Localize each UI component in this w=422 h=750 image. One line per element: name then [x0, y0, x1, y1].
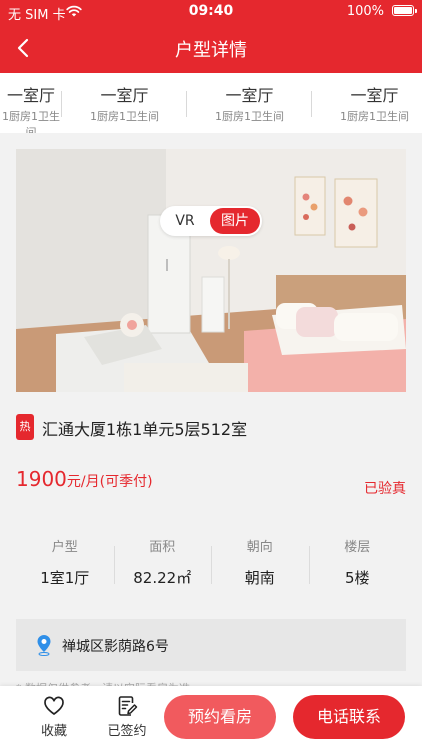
layout-tab-name: 一室厅	[225, 86, 274, 105]
stat-label: 楼层	[344, 540, 371, 555]
room-illustration	[16, 149, 406, 392]
layout-tab-sub: 1厨房1卫生间	[215, 110, 284, 123]
book-visit-button[interactable]: 预约看房	[164, 695, 276, 739]
stat-label: 朝向	[246, 540, 273, 555]
layout-tabs: 一室厅 1厨房1卫生间 一室厅 1厨房1卫生间 一室厅 1厨房1卫生间 一室厅 …	[0, 73, 422, 133]
price-unit: 元/月(可季付)	[66, 474, 153, 490]
layout-tab[interactable]: 一室厅 1厨房1卫生间	[187, 73, 312, 133]
room-photo[interactable]	[16, 149, 406, 392]
header: 无 SIM 卡 09:40 100% 户型详情	[0, 0, 422, 73]
stat-area: 面积 82.22㎡	[113, 536, 212, 592]
heart-icon	[44, 696, 64, 715]
page-title: 户型详情	[175, 40, 247, 61]
stat-label: 户型	[51, 540, 78, 555]
favorite-label: 收藏	[40, 724, 67, 739]
photo-tab[interactable]: 图片	[210, 208, 260, 234]
layout-tab-name: 一室厅	[6, 86, 55, 105]
stat-floor: 楼层 5楼	[308, 536, 407, 592]
layout-tab-sub: 1厨房1卫生间	[2, 110, 60, 133]
favorite-button[interactable]: 收藏	[30, 694, 78, 739]
stat-value: 5楼	[344, 569, 370, 587]
nav-bar: 户型详情	[0, 24, 422, 73]
layout-tab-name: 一室厅	[350, 86, 399, 105]
listing-title: 汇通大厦1栋1单元5层512室	[42, 420, 248, 439]
signed-label: 已签约	[107, 724, 147, 739]
property-stats: 户型 1室1厅 面积 82.22㎡ 朝向 朝南 楼层 5楼	[16, 536, 406, 592]
signed-button[interactable]: 已签约	[103, 694, 151, 739]
battery-percent: 100%	[346, 4, 384, 19]
layout-tab-sub: 1厨房1卫生间	[90, 110, 159, 123]
layout-tab-name: 一室厅	[100, 86, 149, 105]
bottom-action-bar: 收藏 已签约 预约看房 电话联系	[0, 686, 422, 750]
layout-tab[interactable]: 一室厅 1厨房1卫生间	[0, 73, 62, 133]
layout-detail-screen: 无 SIM 卡 09:40 100% 户型详情 一室厅 1厨房1卫生间 一室厅 …	[0, 0, 422, 750]
signed-document-icon	[118, 696, 138, 716]
stat-value: 朝南	[244, 569, 275, 587]
address-text: 禅城区影荫路6号	[62, 639, 169, 655]
layout-tab[interactable]: 一室厅 1厨房1卫生间	[312, 73, 422, 133]
price-amount: 1900	[16, 467, 67, 491]
layout-tab-sub: 1厨房1卫生间	[340, 110, 409, 123]
stat-layout: 户型 1室1厅	[16, 536, 114, 592]
stat-value: 82.22㎡	[133, 569, 192, 587]
stat-orientation: 朝向 朝南	[211, 536, 309, 592]
status-bar: 无 SIM 卡 09:40 100%	[0, 0, 422, 24]
hot-badge: 热	[16, 414, 34, 440]
price: 1900元/月(可季付)	[16, 467, 153, 491]
media-toggle: VR 图片	[160, 206, 262, 236]
location-pin-icon	[37, 635, 51, 656]
address-row[interactable]: 禅城区影荫路6号	[16, 619, 406, 671]
call-button[interactable]: 电话联系	[293, 695, 405, 739]
vr-tab[interactable]: VR	[160, 206, 210, 236]
stat-label: 面积	[149, 540, 176, 555]
verified-badge: 已验真	[364, 481, 406, 497]
stat-value: 1室1厅	[40, 569, 90, 587]
battery-icon	[392, 5, 417, 16]
layout-tab[interactable]: 一室厅 1厨房1卫生间	[62, 73, 187, 133]
